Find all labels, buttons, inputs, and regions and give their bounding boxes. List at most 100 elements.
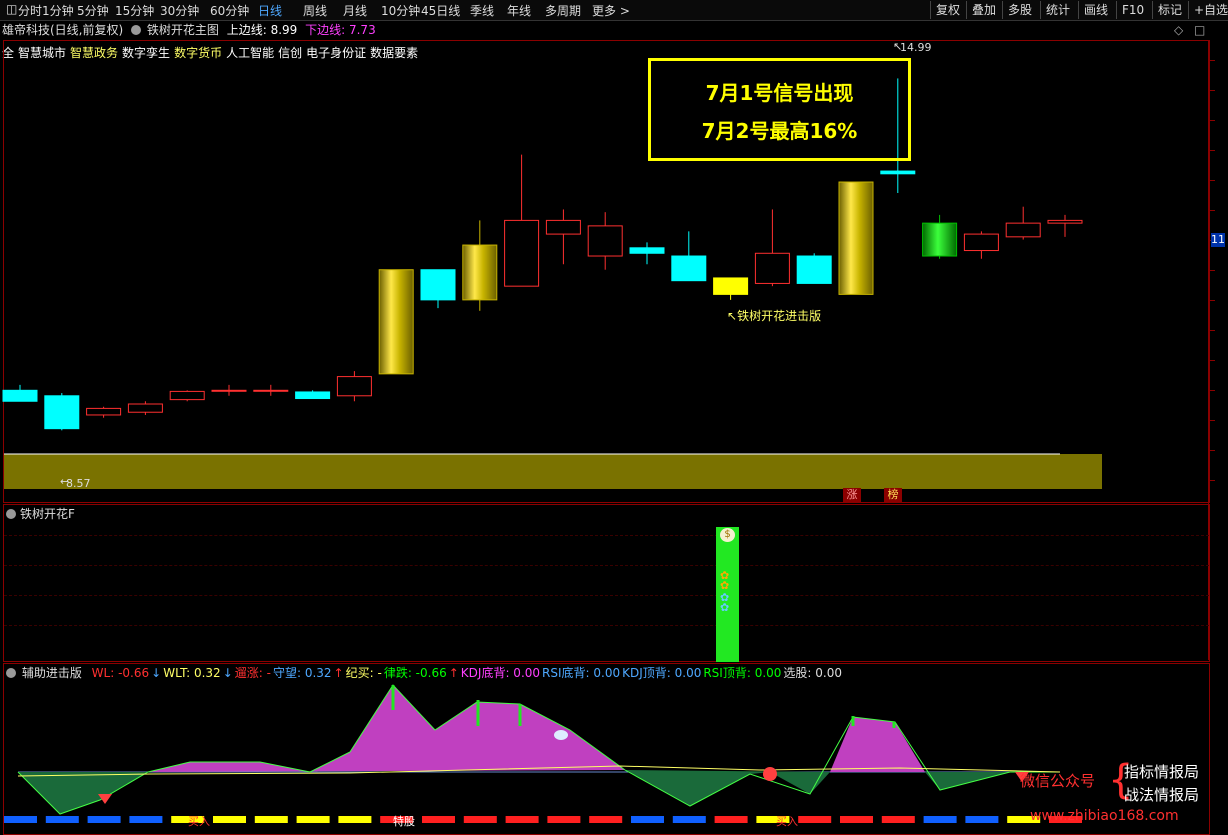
panel-3-title[interactable]: 辅助进击版: [22, 666, 82, 680]
signal-stripe-segment: [547, 816, 581, 823]
candle-body: [545, 219, 581, 235]
candle-body: [880, 170, 916, 175]
panel-3-toggle-icon[interactable]: [6, 668, 16, 678]
legend-item: KDJ顶背: 0.00: [622, 666, 702, 680]
candle-body: [127, 403, 163, 413]
panel-2-title[interactable]: 铁树开花F: [6, 505, 75, 522]
signal-stripe-segment: [631, 816, 664, 823]
legend-item: RSI底背: 0.00: [542, 666, 621, 680]
candle-body: [754, 252, 790, 284]
annotation-line-2: 7月2号最高16%: [701, 119, 858, 143]
legend-item: WL: -0.66: [91, 666, 150, 680]
tag-bang: 榜: [884, 488, 902, 502]
stripe-label: 买入: [188, 815, 210, 828]
candle[interactable]: [587, 212, 623, 270]
legend-item: RSI顶背: 0.00: [703, 666, 782, 680]
candle[interactable]: [1005, 206, 1041, 240]
candle[interactable]: [86, 406, 122, 418]
legend-item: ↑: [448, 666, 459, 680]
panel-2-frame[interactable]: [3, 504, 1210, 662]
butterfly-icon-blue: ✿ ✿: [720, 591, 730, 614]
candle-body: [796, 255, 832, 284]
candle[interactable]: [754, 209, 790, 287]
candle-body: [1047, 219, 1083, 224]
candle[interactable]: [1047, 214, 1083, 237]
negative-area-2: [625, 770, 830, 806]
signal-arrow-icon: ↖: [727, 309, 738, 323]
candle-body: [838, 181, 874, 295]
candle[interactable]: [629, 242, 665, 265]
candle-body: [44, 395, 80, 430]
candle-body: [295, 391, 331, 400]
candle[interactable]: [462, 220, 498, 311]
watermark: 微信公众号 { 指标情报局 战法情报局 www.zhibiao168.com: [1020, 758, 1228, 824]
candle[interactable]: [211, 384, 247, 396]
candle[interactable]: [420, 269, 456, 309]
signal-stripe-segment: [463, 816, 497, 823]
candle[interactable]: [336, 371, 372, 402]
candle[interactable]: [253, 384, 289, 396]
candle-body: [462, 244, 498, 301]
candle[interactable]: [545, 209, 581, 265]
panel-3-legend: 辅助进击版 WL: -0.66 ↓ WLT: 0.32 ↓ 遛涨: - 守望: 0.32 ↑…: [6, 664, 846, 682]
signal-stripe-segment: [714, 816, 748, 823]
candle-body: [336, 376, 372, 397]
positive-area-2: [830, 717, 925, 772]
watermark-url: www.zhibiao168.com: [1030, 808, 1179, 824]
signal-stripe-segment: [338, 816, 372, 823]
signal-stripe-segment: [422, 816, 455, 823]
candle[interactable]: [127, 401, 163, 415]
legend-item: KDJ底背: 0.00: [460, 666, 541, 680]
candle-body: [713, 277, 749, 295]
candle[interactable]: [295, 390, 331, 400]
stripe-label: 买入: [776, 815, 798, 828]
signal-stripe-segment: [87, 816, 121, 823]
candle-body: [211, 389, 247, 392]
candle-body: [671, 255, 707, 282]
legend-item: 选股: 0.00: [783, 666, 842, 680]
signal-stripe-segment: [798, 816, 832, 823]
high-price-label: 14.99: [900, 41, 932, 54]
candle[interactable]: [922, 214, 958, 259]
candle[interactable]: [169, 390, 205, 402]
signal-stripe-segment: [589, 816, 623, 823]
candle-body: [420, 269, 456, 301]
positive-area-1: [148, 685, 625, 772]
candle[interactable]: [44, 393, 80, 431]
candle-body: [587, 225, 623, 257]
signal-stripe-segment: [296, 816, 330, 823]
signal-stripe-segment: [881, 816, 915, 823]
signal-stripe-segment: [213, 816, 246, 823]
stripe-label: 特股: [393, 815, 415, 828]
signal-stripe-segment: [965, 816, 999, 823]
watermark-left: 微信公众号: [1020, 772, 1096, 790]
panel-2-toggle-icon[interactable]: [6, 509, 16, 519]
negative-area-1: [18, 772, 148, 814]
signal-stripe-segment: [254, 816, 288, 823]
candle[interactable]: [671, 231, 707, 282]
candle[interactable]: [713, 277, 749, 300]
candle[interactable]: [963, 231, 999, 259]
candle[interactable]: [2, 384, 38, 402]
candle-body: [629, 247, 665, 254]
low-price-label: 8.57: [66, 477, 91, 490]
candle[interactable]: [378, 269, 414, 375]
legend-item: 纪买: -: [345, 666, 382, 680]
ball-icon: [763, 767, 777, 781]
candle[interactable]: [796, 253, 832, 284]
butterfly-icon: ✿ ✿: [720, 569, 730, 592]
signal-label-text: 铁树开花进击版: [737, 309, 822, 323]
watermark-right-2: 战法情报局: [1124, 786, 1200, 804]
legend-item: 守望: 0.32: [272, 666, 332, 680]
candle[interactable]: [504, 154, 540, 287]
signal-stripe-segment: [672, 816, 706, 823]
candle-body: [169, 390, 205, 401]
legend-item: ↓: [151, 666, 162, 680]
signal-stripe-segment: [4, 816, 37, 823]
candlestick-chart[interactable]: 14.99 8.57: [0, 0, 1228, 505]
candle[interactable]: [838, 181, 874, 295]
signal-stripe-segment: [45, 816, 79, 823]
panel-2-title-text: 铁树开花F: [20, 507, 75, 521]
tag-zhang: 涨: [843, 488, 861, 502]
candle-body: [1005, 222, 1041, 238]
